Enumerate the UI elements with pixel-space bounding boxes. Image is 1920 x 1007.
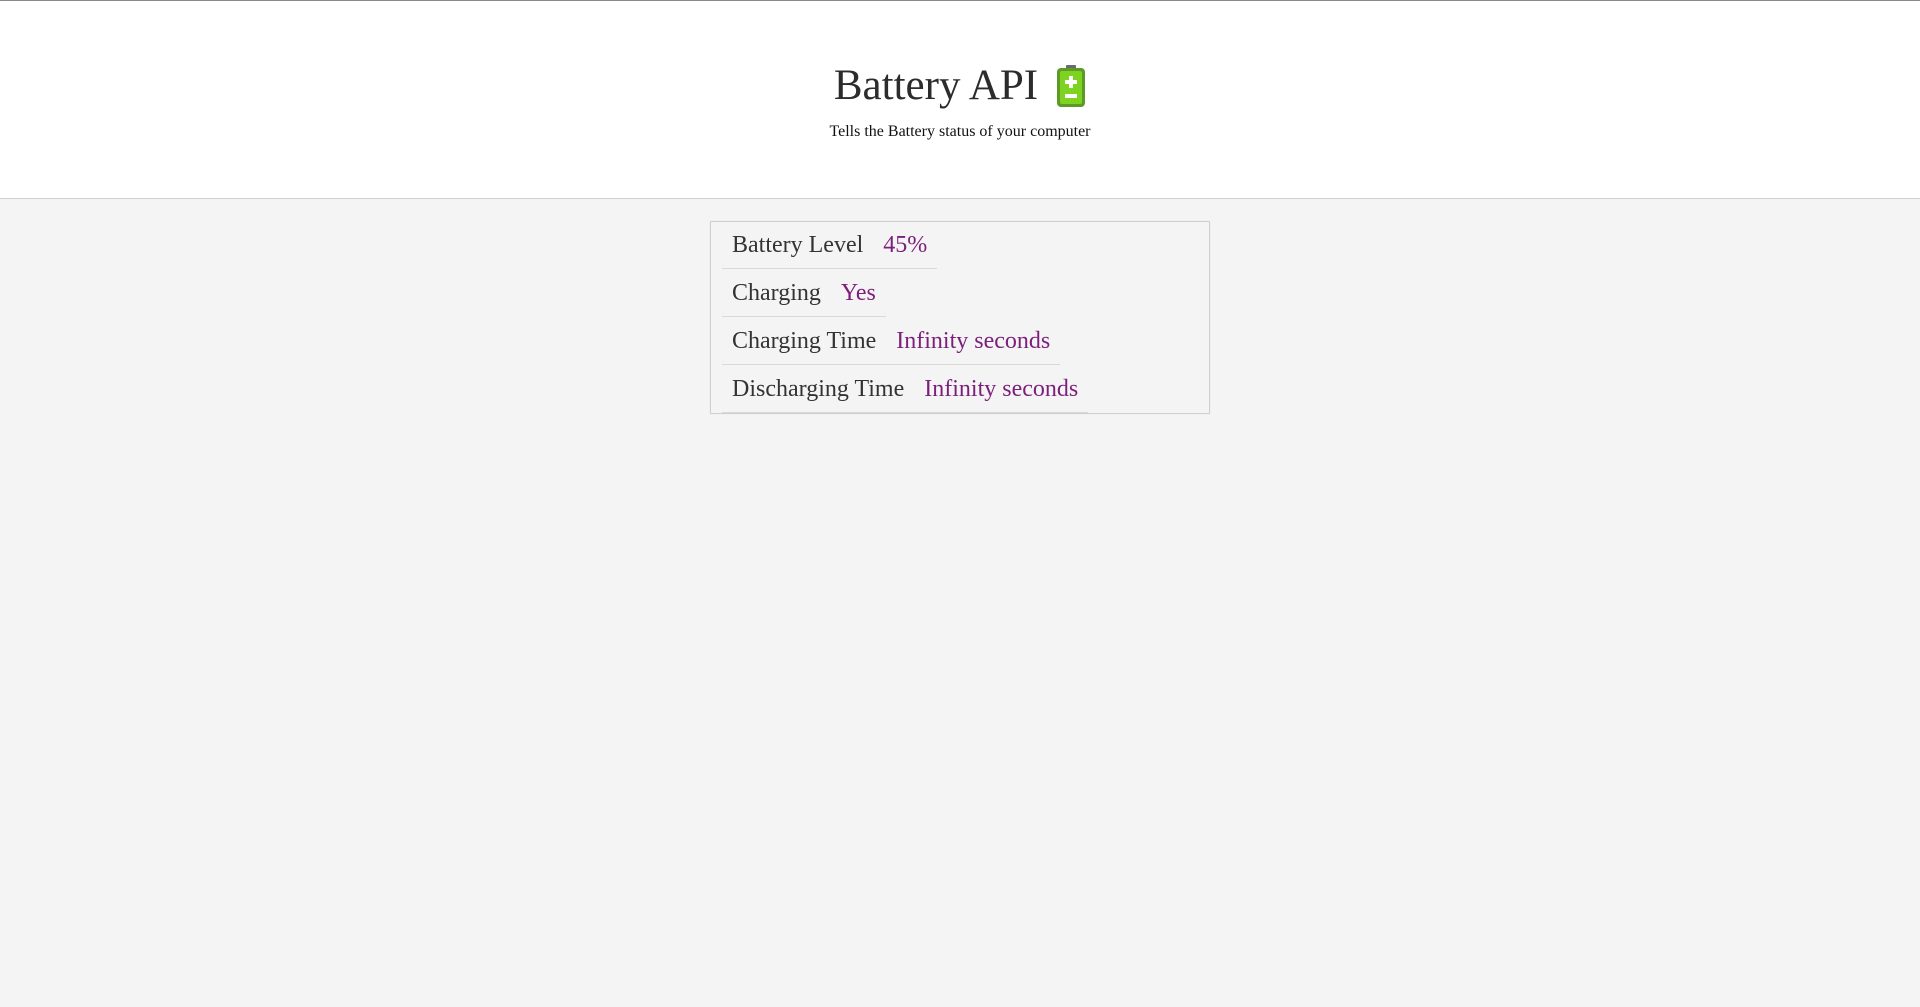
charging-time-row: Charging Time Infinity seconds: [722, 318, 1061, 365]
charging-label: Charging: [732, 279, 821, 306]
battery-status-panel: Battery Level 45% Charging Yes Charging …: [710, 221, 1210, 414]
battery-level-label: Battery Level: [732, 231, 864, 258]
title-row: Battery API: [0, 63, 1920, 107]
page-header: Battery API Tells the Battery status of …: [0, 0, 1920, 199]
discharging-time-row: Discharging Time Infinity seconds: [722, 366, 1089, 413]
discharging-time-value: Infinity seconds: [924, 375, 1079, 402]
discharging-time-label: Discharging Time: [732, 375, 905, 402]
battery-level-row: Battery Level 45%: [722, 222, 938, 269]
battery-level-value: 45%: [883, 231, 928, 258]
charging-value: Yes: [840, 279, 876, 306]
charging-time-value: Infinity seconds: [896, 327, 1051, 354]
page-subtitle: Tells the Battery status of your compute…: [829, 123, 1091, 140]
charging-time-label: Charging Time: [732, 327, 877, 354]
page-title: Battery API: [833, 61, 1039, 109]
charging-row: Charging Yes: [722, 270, 886, 317]
battery-icon: [1056, 65, 1086, 107]
